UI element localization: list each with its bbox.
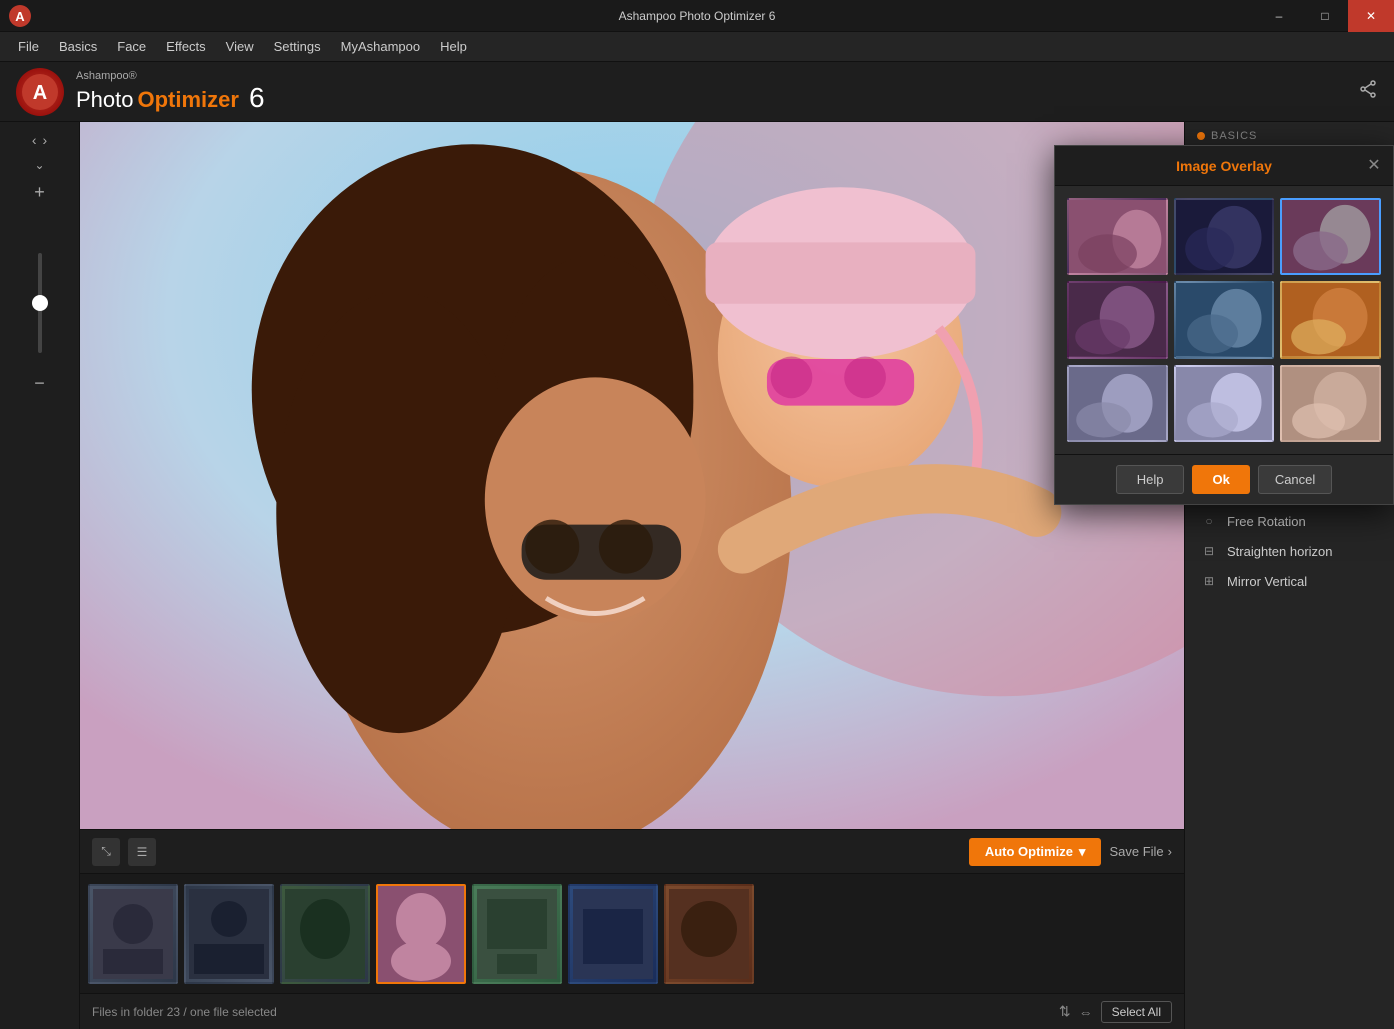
app-name-six: 6 (249, 82, 265, 114)
title-bar: A Ashampoo Photo Optimizer 6 – □ ✕ (0, 0, 1394, 32)
image-toolbar: ⤡ ☰ Auto Optimize ▾ Save File › (80, 829, 1184, 873)
menu-bar: File Basics Face Effects View Settings M… (0, 32, 1394, 62)
overlay-thumb-3[interactable] (1280, 198, 1381, 275)
nav-arrows: ‹ › (32, 132, 47, 148)
menu-basics[interactable]: Basics (49, 35, 107, 58)
filmstrip-thumb-1[interactable] (88, 884, 178, 984)
select-all-button[interactable]: Select All (1101, 1001, 1172, 1023)
thumb-image-1 (90, 886, 176, 982)
zoom-out-button[interactable]: − (34, 373, 45, 394)
dialog-footer: Help Ok Cancel (1055, 454, 1393, 504)
ok-button[interactable]: Ok (1192, 465, 1249, 494)
basics-label: Basics (1211, 130, 1257, 142)
window-title: Ashampoo Photo Optimizer 6 (619, 9, 776, 23)
thumbnail-toggle-button[interactable]: ☰ (128, 838, 156, 866)
overlay-thumb-2[interactable] (1174, 198, 1275, 275)
cancel-button[interactable]: Cancel (1258, 465, 1332, 494)
overlay-thumb-5[interactable] (1174, 281, 1275, 358)
menu-face[interactable]: Face (107, 35, 156, 58)
zoom-in-button[interactable]: + (34, 182, 45, 203)
help-button[interactable]: Help (1116, 465, 1185, 494)
save-next-icon: › (1168, 844, 1172, 859)
menu-file[interactable]: File (8, 35, 49, 58)
basics-dot (1197, 132, 1205, 140)
auto-optimize-button[interactable]: Auto Optimize ▾ (969, 838, 1102, 866)
view-icon[interactable]: ⇔ (1079, 1004, 1093, 1020)
app-logo: A (16, 68, 64, 116)
save-file-label: Save File (1109, 844, 1163, 859)
status-bar: Files in folder 23 / one file selected ⇅… (80, 993, 1184, 1029)
save-file-button[interactable]: Save File › (1109, 844, 1172, 859)
minimize-button[interactable]: – (1256, 0, 1302, 32)
thumb-image-6 (570, 886, 656, 982)
mirror-vertical-icon: ⊞ (1201, 573, 1217, 589)
filmstrip-thumb-4[interactable] (376, 884, 466, 984)
filmstrip-thumb-7[interactable] (664, 884, 754, 984)
svg-text:A: A (33, 82, 47, 104)
straighten-icon: ⊟ (1201, 543, 1217, 559)
mirror-vertical-item[interactable]: ⊞ Mirror Vertical (1185, 566, 1394, 596)
app-name-photo: Photo (76, 87, 134, 113)
overlay-thumb-8[interactable] (1174, 365, 1275, 442)
main-photo (80, 122, 1184, 829)
zoom-handle[interactable] (32, 295, 48, 311)
filmstrip-thumb-6[interactable] (568, 884, 658, 984)
zoom-slider[interactable] (38, 253, 42, 353)
status-text: Files in folder 23 / one file selected (92, 1005, 277, 1019)
filmstrip-thumb-3[interactable] (280, 884, 370, 984)
status-right: ⇅ ⇔ Select All (1059, 1001, 1172, 1023)
straighten-horizon-item[interactable]: ⊟ Straighten horizon (1185, 536, 1394, 566)
filmstrip-thumb-5[interactable] (472, 884, 562, 984)
mirror-vertical-label: Mirror Vertical (1227, 574, 1307, 589)
nav-left-icon[interactable]: ‹ (32, 132, 37, 148)
filmstrip-thumb-2[interactable] (184, 884, 274, 984)
app-brand: Ashampoo® (76, 70, 265, 82)
overlay-thumb-7[interactable] (1067, 365, 1168, 442)
image-viewport (80, 122, 1184, 829)
dialog-close-button[interactable]: ✕ (1363, 154, 1385, 176)
thumb-image-3 (282, 886, 368, 982)
maximize-button[interactable]: □ (1302, 0, 1348, 32)
thumb-image-2 (186, 886, 272, 982)
expand-button[interactable]: ⤡ (92, 838, 120, 866)
close-button[interactable]: ✕ (1348, 0, 1394, 32)
thumb-image-4 (378, 886, 464, 982)
app-name: Photo Optimizer 6 (76, 82, 265, 114)
auto-optimize-dropdown-icon: ▾ (1079, 844, 1086, 860)
menu-myashampoo[interactable]: MyAshampoo (331, 35, 430, 58)
app-name-optimizer: Optimizer (138, 87, 239, 113)
thumb-image-5 (474, 886, 560, 982)
overlay-thumb-9[interactable] (1280, 365, 1381, 442)
menu-effects[interactable]: Effects (156, 35, 216, 58)
sort-icon[interactable]: ⇅ (1059, 1003, 1071, 1020)
free-rotation-icon: ○ (1201, 513, 1217, 529)
left-panel: ‹ › ⌄ + − (0, 122, 80, 1029)
dialog-body (1055, 186, 1393, 454)
app-icon: A (8, 4, 32, 28)
menu-help[interactable]: Help (430, 35, 477, 58)
thumb-image-7 (666, 886, 752, 982)
svg-text:A: A (15, 9, 25, 24)
image-overlay-dialog: Image Overlay ✕ (1054, 145, 1394, 505)
free-rotation-label: Free Rotation (1227, 514, 1306, 529)
app-name-container: Ashampoo® Photo Optimizer 6 (76, 70, 265, 114)
dialog-title: Image Overlay (1176, 158, 1272, 174)
share-button[interactable] (1358, 79, 1378, 104)
overlay-thumb-4[interactable] (1067, 281, 1168, 358)
dialog-header: Image Overlay ✕ (1055, 146, 1393, 186)
auto-optimize-label: Auto Optimize (985, 844, 1073, 859)
straighten-horizon-label: Straighten horizon (1227, 544, 1333, 559)
app-header: A Ashampoo® Photo Optimizer 6 (0, 62, 1394, 122)
overlay-thumbnail-grid (1067, 198, 1381, 442)
nav-down-icon[interactable]: ⌄ (34, 156, 44, 174)
menu-settings[interactable]: Settings (264, 35, 331, 58)
overlay-thumb-6[interactable] (1280, 281, 1381, 358)
center-area: ⤡ ☰ Auto Optimize ▾ Save File › (80, 122, 1184, 1029)
filmstrip (80, 873, 1184, 993)
menu-view[interactable]: View (216, 35, 264, 58)
free-rotation-item[interactable]: ○ Free Rotation (1185, 506, 1394, 536)
overlay-thumb-1[interactable] (1067, 198, 1168, 275)
window-controls: – □ ✕ (1256, 0, 1394, 32)
nav-right-icon[interactable]: › (43, 132, 48, 148)
